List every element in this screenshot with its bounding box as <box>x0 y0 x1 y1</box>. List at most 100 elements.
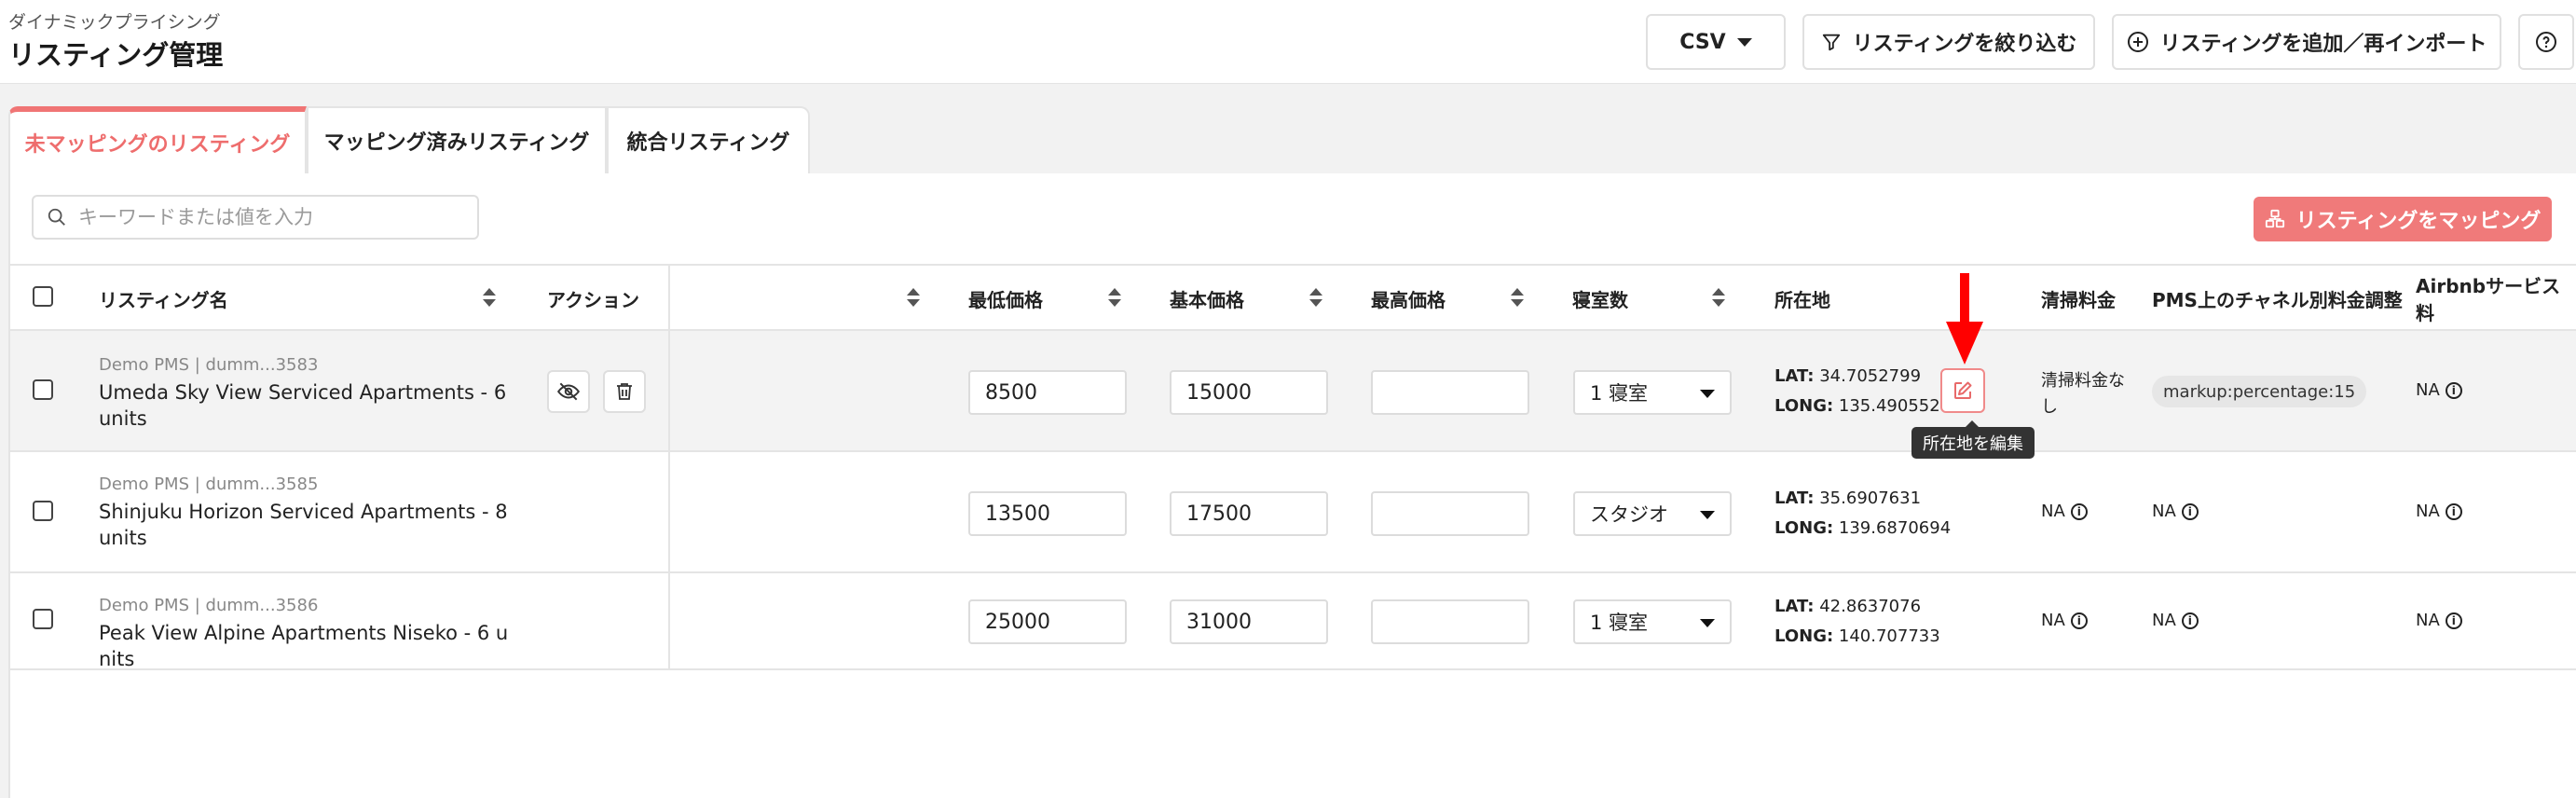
filter-icon <box>1822 34 1840 51</box>
listing-name: Peak View Alpine Apartments Niseko - 6 u… <box>99 622 509 670</box>
delete-listing-button[interactable] <box>603 370 646 413</box>
info-icon[interactable]: i <box>2445 502 2462 520</box>
cleaning-fee-cell: NA i <box>2041 502 2088 521</box>
csv-dropdown[interactable]: CSV <box>1646 14 1786 70</box>
listing-pms-id: Demo PMS | dumm...3583 <box>99 355 319 375</box>
max-price-input[interactable] <box>1371 599 1529 644</box>
max-price-input[interactable] <box>1371 370 1529 415</box>
listing-pms-id: Demo PMS | dumm...3586 <box>99 596 319 615</box>
sort-icon[interactable] <box>483 288 496 309</box>
location-coordinates: LAT: 35.6907631 LONG: 139.6870694 <box>1774 484 1951 543</box>
sort-icon[interactable] <box>1108 288 1121 309</box>
lat-value: 35.6907631 <box>1819 488 1922 508</box>
airbnb-fee-value: NA <box>2416 502 2440 521</box>
bedrooms-select[interactable]: 1 寝室 <box>1573 370 1732 415</box>
base-price-input[interactable] <box>1170 370 1328 415</box>
column-header-min-price[interactable]: 最低価格 <box>968 266 1043 331</box>
map-icon <box>2265 209 2284 228</box>
info-icon[interactable]: i <box>2445 612 2462 629</box>
base-price-input[interactable] <box>1170 599 1328 644</box>
tab-mapped[interactable]: マッピング済みリスティング <box>307 106 607 173</box>
search-box[interactable] <box>32 195 479 240</box>
sort-icon[interactable] <box>1309 288 1322 309</box>
select-all-checkbox[interactable] <box>33 286 53 307</box>
add-circle-icon <box>2127 32 2148 52</box>
pms-channel-cell: NA i <box>2152 611 2199 630</box>
lat-value: 42.8637076 <box>1819 597 1922 616</box>
sort-icon[interactable] <box>907 288 920 309</box>
long-label: LONG: <box>1774 396 1834 416</box>
map-listings-button[interactable]: リスティングをマッピング <box>2254 197 2552 241</box>
min-price-input[interactable] <box>968 491 1127 536</box>
airbnb-fee-cell: NA i <box>2416 380 2462 400</box>
long-label: LONG: <box>1774 626 1834 646</box>
long-value: 140.707733 <box>1838 626 1940 646</box>
column-header-max-price[interactable]: 最高価格 <box>1371 266 1446 331</box>
edit-location-button[interactable] <box>1940 368 1985 413</box>
help-icon <box>2536 32 2556 52</box>
airbnb-fee-value: NA <box>2416 380 2440 400</box>
info-icon[interactable]: i <box>2070 502 2088 520</box>
row-checkbox[interactable] <box>33 501 53 521</box>
row-checkbox[interactable] <box>33 609 53 629</box>
hide-listing-button[interactable] <box>547 370 590 413</box>
info-icon[interactable]: i <box>2070 612 2088 629</box>
airbnb-fee-cell: NA i <box>2416 611 2462 630</box>
lat-label: LAT: <box>1774 597 1815 616</box>
csv-label: CSV <box>1679 30 1726 54</box>
info-icon[interactable]: i <box>2181 612 2199 629</box>
airbnb-fee-value: NA <box>2416 611 2440 630</box>
page-title: リスティング管理 <box>8 39 224 71</box>
listing-name: Shinjuku Horizon Serviced Apartments - 8… <box>99 501 508 549</box>
column-header-base-price[interactable]: 基本価格 <box>1170 266 1244 331</box>
page-header: ダイナミックプライシング リスティング管理 CSV リスティングを絞り込む リス… <box>0 0 2576 84</box>
bedrooms-select[interactable]: 1 寝室 <box>1573 599 1732 644</box>
annotation-arrow-icon <box>1946 273 1983 365</box>
edit-location-tooltip: 所在地を編集 <box>1911 420 2035 459</box>
chevron-down-icon <box>1700 619 1715 627</box>
page-subtitle: ダイナミックプライシング <box>8 12 221 33</box>
hide-icon <box>556 382 581 401</box>
pms-channel-badge: markup:percentage:15 <box>2152 376 2367 407</box>
help-button[interactable] <box>2518 14 2574 70</box>
min-price-input[interactable] <box>968 599 1127 644</box>
info-icon[interactable]: i <box>2445 381 2462 399</box>
column-header-location: 所在地 <box>1774 288 1830 311</box>
row-checkbox[interactable] <box>33 379 53 400</box>
base-price-input[interactable] <box>1170 491 1328 536</box>
location-coordinates: LAT: 34.7052799 LONG: 135.490552 <box>1774 362 1940 421</box>
max-price-input[interactable] <box>1371 491 1529 536</box>
table-row[interactable]: Demo PMS | dumm...3586 Peak View Alpine … <box>10 573 2576 670</box>
bedrooms-select[interactable]: スタジオ <box>1573 491 1732 536</box>
cleaning-fee-value: NA <box>2041 502 2065 521</box>
sort-icon[interactable] <box>1712 288 1725 309</box>
tab-unmapped[interactable]: 未マッピングのリスティング <box>8 106 307 173</box>
filter-listings-button[interactable]: リスティングを絞り込む <box>1802 14 2095 70</box>
column-divider <box>668 573 670 670</box>
tab-unmapped-label: 未マッピングのリスティング <box>24 133 291 157</box>
pms-channel-value: NA <box>2152 611 2176 630</box>
table-row[interactable]: Demo PMS | dumm...3583 Umeda Sky View Se… <box>10 331 2576 452</box>
pms-channel-cell: NA i <box>2152 502 2199 521</box>
lat-label: LAT: <box>1774 488 1815 508</box>
column-header-bedrooms[interactable]: 寝室数 <box>1572 266 1628 331</box>
tab-mapped-label: マッピング済みリスティング <box>323 131 590 155</box>
column-divider <box>668 331 670 452</box>
bedrooms-value: 1 寝室 <box>1590 612 1649 634</box>
table-row[interactable]: Demo PMS | dumm...3585 Shinjuku Horizon … <box>10 452 2576 573</box>
info-icon[interactable]: i <box>2181 502 2199 520</box>
sort-icon[interactable] <box>1511 288 1524 309</box>
min-price-input[interactable] <box>968 370 1127 415</box>
table-header: リスティング名 アクション 最低価格 基本価格 最高価格 寝室数 所在地 清掃料… <box>10 264 2576 331</box>
map-listings-label: リスティングをマッピング <box>2295 210 2542 233</box>
search-input[interactable] <box>78 206 451 228</box>
location-coordinates: LAT: 42.8637076 LONG: 140.707733 <box>1774 592 1940 652</box>
column-header-name[interactable]: リスティング名 <box>99 266 228 331</box>
add-reimport-button[interactable]: リスティングを追加／再インポート <box>2112 14 2501 70</box>
edit-icon <box>1954 381 1972 399</box>
tab-merged[interactable]: 統合リスティング <box>607 106 810 173</box>
filter-listings-label: リスティングを絞り込む <box>1852 33 2077 56</box>
pms-channel-value: NA <box>2152 502 2176 521</box>
listing-tabs: 未マッピングのリスティング マッピング済みリスティング 統合リスティング <box>8 106 810 173</box>
trash-icon <box>617 383 632 400</box>
